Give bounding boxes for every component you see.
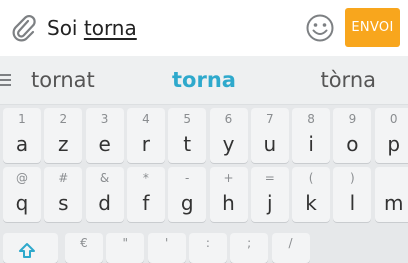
key-hint: - xyxy=(185,171,190,185)
send-button[interactable]: ENVOI xyxy=(345,8,400,47)
key-hint: 6 xyxy=(224,112,233,126)
shift-icon xyxy=(19,243,35,258)
key-label: k xyxy=(305,191,317,215)
key-e[interactable]: 3e xyxy=(85,108,124,163)
key-label: u xyxy=(263,132,277,156)
key-hint: 9 xyxy=(348,112,357,126)
key-q[interactable]: @ q xyxy=(3,167,41,222)
key-hint: " xyxy=(122,236,129,250)
key-r[interactable]: 4r xyxy=(126,108,165,163)
message-input[interactable]: Soi torna xyxy=(47,14,297,42)
key-row3[interactable]: ' xyxy=(147,233,186,263)
key-row3[interactable]: / xyxy=(271,233,310,263)
key-row3[interactable]: ; xyxy=(230,233,269,263)
key-hint: 0 xyxy=(389,112,398,126)
key-d[interactable]: & d xyxy=(85,167,124,222)
key-y[interactable]: 6y xyxy=(209,108,248,163)
key-hint: ) xyxy=(350,171,355,185)
message-text: Soi xyxy=(47,16,84,40)
key-hint: = xyxy=(264,171,275,185)
key-label: r xyxy=(141,132,150,156)
key-hint: 2 xyxy=(59,112,68,126)
key-label: t xyxy=(183,132,192,156)
key-label: h xyxy=(222,191,235,215)
key-z[interactable]: 2z xyxy=(44,108,83,163)
shift-key[interactable] xyxy=(3,233,58,263)
key-o[interactable]: 9o xyxy=(333,108,372,163)
paperclip-icon[interactable] xyxy=(11,13,37,43)
key-hint: / xyxy=(288,236,293,250)
key-t[interactable]: 5t xyxy=(168,108,207,163)
key-m[interactable]: m xyxy=(374,167,408,222)
key-label: d xyxy=(98,191,111,215)
key-hint: € xyxy=(80,236,88,250)
key-label: i xyxy=(308,132,314,156)
key-hint: ' xyxy=(164,236,169,250)
key-i[interactable]: 8i xyxy=(292,108,331,163)
key-hint: @ xyxy=(16,171,28,185)
key-hint: 7 xyxy=(265,112,274,126)
key-label: p xyxy=(387,132,401,156)
key-label: m xyxy=(383,191,404,215)
key-hint: 1 xyxy=(18,112,26,126)
suggestion-right[interactable]: tòrna xyxy=(320,56,376,104)
composing-word: torna xyxy=(83,16,137,40)
key-label: y xyxy=(222,132,235,156)
key-row3[interactable]: € xyxy=(65,233,103,263)
key-hint: 4 xyxy=(142,112,150,126)
key-g[interactable]: -g xyxy=(168,167,207,222)
key-u[interactable]: 7u xyxy=(250,108,289,163)
key-s[interactable]: # s xyxy=(44,167,83,222)
key-f[interactable]: * f xyxy=(126,167,165,222)
key-hint: : xyxy=(205,236,210,250)
key-hint: * xyxy=(142,171,149,185)
key-p[interactable]: 0p xyxy=(374,108,408,163)
key-hint: & xyxy=(99,171,110,185)
key-label: e xyxy=(98,132,111,156)
key-hint: + xyxy=(223,171,234,185)
key-label: f xyxy=(142,191,150,215)
key-hint: ; xyxy=(247,236,252,250)
key-k[interactable]: (k xyxy=(292,167,331,222)
key-a[interactable]: 1a xyxy=(3,108,41,163)
key-label: g xyxy=(180,191,194,215)
key-label: z xyxy=(58,132,69,156)
key-row3[interactable]: " xyxy=(106,233,145,263)
key-hint: ( xyxy=(308,171,314,185)
key-hint: 3 xyxy=(100,112,109,126)
key-label: s xyxy=(58,191,69,215)
key-h[interactable]: + h xyxy=(209,167,248,222)
key-row3[interactable]: : xyxy=(188,233,227,263)
keyboard: 1a2z3e4r5t6y7u8i9o0p @ q # s & d * f - g + h = j(k) l m… xyxy=(0,105,408,263)
key-j[interactable]: = j xyxy=(250,167,289,222)
smiley-icon[interactable] xyxy=(305,13,335,43)
key-l[interactable]: ) l xyxy=(333,167,372,222)
key-label: q xyxy=(15,191,29,215)
key-label: j xyxy=(267,191,273,215)
key-label: o xyxy=(346,132,359,156)
key-label: a xyxy=(15,132,29,156)
key-hint: 8 xyxy=(307,112,315,126)
compose-bar: Soi torna ENVOI xyxy=(0,0,408,56)
key-hint: 5 xyxy=(183,112,191,126)
key-label: l xyxy=(349,191,356,215)
key-hint: # xyxy=(58,171,69,185)
